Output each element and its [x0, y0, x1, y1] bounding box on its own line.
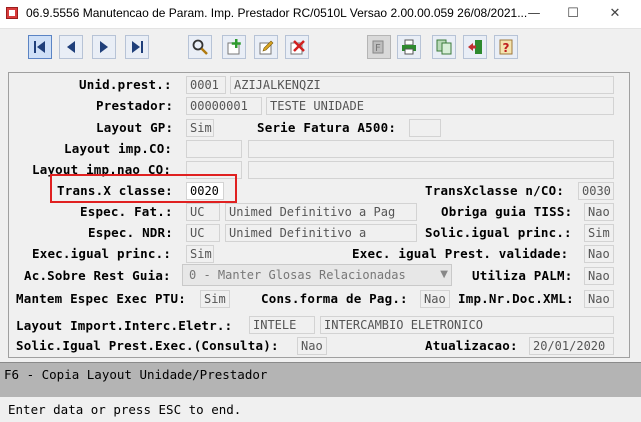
- function-key-hint: F6 - Copia Layout Unidade/Prestador: [4, 367, 268, 382]
- espec-ndr-label: Espec. NDR:: [88, 225, 173, 240]
- exec-igual-prest-label: Exec. igual Prest. validade:: [352, 246, 569, 261]
- edit-icon: [259, 40, 274, 55]
- mantem-espec-field[interactable]: Sim: [200, 290, 230, 308]
- ac-sobre-rest-label: Ac.Sobre Rest Guia:: [24, 268, 171, 283]
- layout-import-code-field[interactable]: INTELE: [249, 316, 315, 334]
- layout-imp-co-code-field[interactable]: [186, 140, 242, 158]
- imp-nr-doc-field[interactable]: Nao: [584, 290, 614, 308]
- next-record-icon: [100, 41, 108, 53]
- svg-text:F: F: [375, 43, 381, 54]
- print-icon: [402, 39, 416, 55]
- ac-sobre-rest-value: 0 - Manter Glosas Relacionadas: [189, 268, 406, 282]
- atualizacao-field[interactable]: 20/01/2020: [529, 337, 614, 355]
- prev-record-icon: [67, 41, 75, 53]
- atualizacao-label: Atualizacao:: [425, 338, 518, 353]
- delete-icon: [290, 40, 305, 55]
- help-button[interactable]: ?: [494, 35, 518, 59]
- delete-button[interactable]: [285, 35, 309, 59]
- close-button[interactable]: ✕: [598, 2, 632, 26]
- copy-button[interactable]: [432, 35, 456, 59]
- layout-import-desc-field[interactable]: INTERCAMBIO ELETRONICO: [320, 316, 614, 334]
- app-icon: [6, 7, 18, 19]
- filter-button[interactable]: F: [367, 35, 391, 59]
- solic-igual-princ-label: Solic.igual princ.:: [425, 225, 572, 240]
- exit-icon: [468, 40, 482, 54]
- transxclasse-nco-label: TransXclasse n/CO:: [425, 183, 565, 198]
- last-record-button[interactable]: [125, 35, 149, 59]
- search-button[interactable]: [188, 35, 212, 59]
- minimize-button[interactable]: —: [517, 2, 551, 26]
- print-button[interactable]: [397, 35, 421, 59]
- unid-prest-name-field[interactable]: AZIJALKENQZI: [230, 76, 614, 94]
- copy-icon: [436, 39, 452, 55]
- add-icon: [227, 39, 241, 55]
- search-icon: [192, 39, 208, 55]
- exit-button[interactable]: [463, 35, 487, 59]
- solic-igual-princ-field[interactable]: Sim: [584, 224, 614, 242]
- layout-imp-co-desc-field[interactable]: [248, 140, 614, 158]
- obriga-guia-label: Obriga guia TISS:: [441, 204, 573, 219]
- serie-fatura-field[interactable]: [409, 119, 441, 137]
- title-bar: 06.9.5556 Manutencao de Param. Imp. Pres…: [0, 0, 641, 29]
- prestador-name-field[interactable]: TESTE UNIDADE: [266, 97, 614, 115]
- espec-fat-desc-field[interactable]: Unimed Definitivo a Pag: [225, 203, 417, 221]
- first-record-button[interactable]: [28, 35, 52, 59]
- prestador-label: Prestador:: [96, 98, 174, 113]
- utiliza-palm-label: Utiliza PALM:: [472, 268, 573, 283]
- first-record-icon: [34, 41, 45, 53]
- toolbar: F ?: [0, 29, 641, 69]
- function-key-hint-bar: F6 - Copia Layout Unidade/Prestador: [0, 362, 641, 397]
- add-button[interactable]: [222, 35, 246, 59]
- exec-igual-princ-field[interactable]: Sim: [186, 245, 214, 263]
- maximize-button[interactable]: ☐: [556, 2, 590, 26]
- exec-igual-prest-field[interactable]: Nao: [584, 245, 614, 263]
- cons-forma-field[interactable]: Nao: [420, 290, 450, 308]
- utiliza-palm-field[interactable]: Nao: [584, 267, 614, 285]
- solic-igual-prest-exec-field[interactable]: Nao: [297, 337, 327, 355]
- ac-sobre-rest-select[interactable]: 0 - Manter Glosas Relacionadas ▼: [182, 264, 452, 286]
- obriga-guia-field[interactable]: Nao: [584, 203, 614, 221]
- imp-nr-doc-label: Imp.Nr.Doc.XML:: [458, 291, 574, 306]
- serie-fatura-label: Serie Fatura A500:: [257, 120, 397, 135]
- cons-forma-label: Cons.forma de Pag.:: [261, 291, 408, 306]
- help-icon: ?: [499, 39, 513, 55]
- edit-button[interactable]: [254, 35, 278, 59]
- chevron-down-icon: ▼: [440, 269, 448, 280]
- espec-ndr-code-field[interactable]: UC: [186, 224, 220, 242]
- layout-gp-label: Layout GP:: [96, 120, 174, 135]
- unid-prest-label: Unid.prest.:: [79, 77, 172, 92]
- layout-imp-nao-co-desc-field[interactable]: [248, 161, 614, 179]
- prev-record-button[interactable]: [59, 35, 83, 59]
- espec-ndr-desc-field[interactable]: Unimed Definitivo a: [225, 224, 417, 242]
- svg-text:?: ?: [503, 41, 510, 55]
- layout-imp-co-label: Layout imp.CO:: [64, 141, 173, 156]
- trans-x-classe-highlight: [50, 174, 237, 203]
- next-record-button[interactable]: [92, 35, 116, 59]
- filter-icon: F: [372, 40, 384, 54]
- message-bar: Enter data or press ESC to end.: [0, 397, 641, 422]
- unid-prest-code-field[interactable]: 0001: [186, 76, 226, 94]
- window-title: 06.9.5556 Manutencao de Param. Imp. Pres…: [26, 6, 528, 20]
- last-record-icon: [132, 41, 143, 53]
- layout-import-label: Layout Import.Interc.Eletr.:: [16, 318, 233, 333]
- espec-fat-label: Espec. Fat.:: [80, 204, 173, 219]
- layout-gp-field[interactable]: Sim: [186, 119, 214, 137]
- transxclasse-nco-field[interactable]: 0030: [578, 182, 614, 200]
- status-message: Enter data or press ESC to end.: [8, 402, 242, 417]
- solic-igual-prest-exec-label: Solic.Igual Prest.Exec.(Consulta):: [16, 338, 279, 353]
- exec-igual-princ-label: Exec.igual princ.:: [32, 246, 172, 261]
- espec-fat-code-field[interactable]: UC: [186, 203, 220, 221]
- mantem-espec-label: Mantem Espec Exec PTU:: [16, 291, 186, 306]
- prestador-code-field[interactable]: 00000001: [186, 97, 262, 115]
